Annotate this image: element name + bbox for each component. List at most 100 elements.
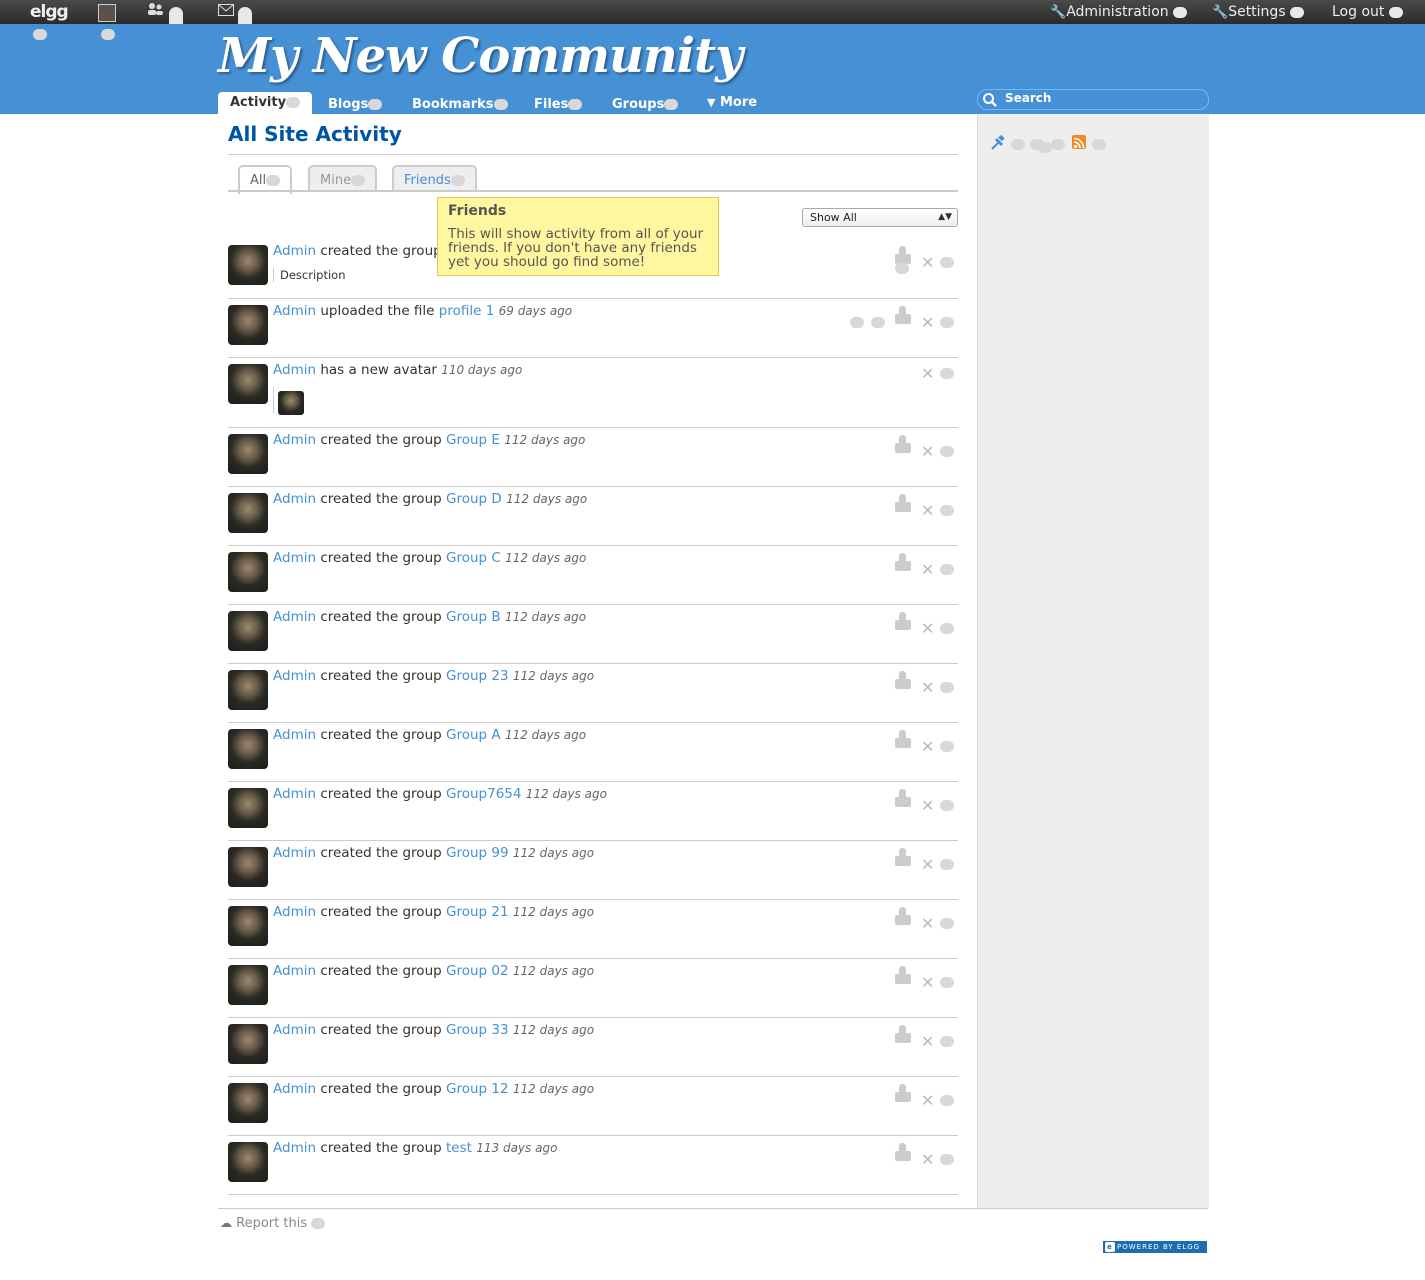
logout-link[interactable]: Log out <box>1332 0 1403 24</box>
like-icon[interactable] <box>895 553 911 571</box>
like-icon[interactable] <box>895 306 911 324</box>
like-icon[interactable] <box>895 1025 911 1043</box>
actor-link[interactable]: Admin <box>273 1140 316 1156</box>
nav-tab-blogs[interactable]: Blogs <box>328 94 383 114</box>
actor-link[interactable]: Admin <box>273 609 316 625</box>
user-avatar[interactable] <box>98 4 116 22</box>
like-icon[interactable] <box>895 907 911 925</box>
delete-icon[interactable]: ✕ <box>921 255 935 271</box>
avatar[interactable] <box>228 965 268 1005</box>
object-link[interactable]: test <box>446 1140 472 1156</box>
like-icon[interactable] <box>895 246 911 264</box>
like-icon[interactable] <box>895 1084 911 1102</box>
delete-icon[interactable]: ✕ <box>921 1034 935 1050</box>
delete-icon[interactable]: ✕ <box>921 503 935 519</box>
avatar[interactable] <box>228 788 268 828</box>
delete-icon[interactable]: ✕ <box>921 366 935 382</box>
site-title[interactable]: My New Community <box>218 28 743 84</box>
actor-link[interactable]: Admin <box>273 432 316 448</box>
object-link[interactable]: Group 23 <box>446 668 509 684</box>
rss-icon[interactable] <box>1072 135 1086 149</box>
actor-link[interactable]: Admin <box>273 1022 316 1038</box>
avatar[interactable] <box>228 670 268 710</box>
object-link[interactable]: Group B <box>446 609 501 625</box>
avatar[interactable] <box>228 493 268 533</box>
administration-link[interactable]: 🔧Administration <box>1050 0 1188 24</box>
delete-icon[interactable]: ✕ <box>921 1152 935 1168</box>
mail-icon[interactable] <box>218 0 234 24</box>
actor-link[interactable]: Admin <box>273 491 316 507</box>
actor-link[interactable]: Admin <box>273 904 316 920</box>
actor-link[interactable]: Admin <box>273 963 316 979</box>
avatar[interactable] <box>228 434 268 474</box>
pin-icon[interactable] <box>990 135 1006 151</box>
delete-icon[interactable]: ✕ <box>921 857 935 873</box>
object-link[interactable]: Group D <box>446 491 502 507</box>
report-this-link[interactable]: ☁ Report this <box>220 1216 326 1231</box>
tab-friends[interactable]: Friends <box>392 165 477 192</box>
object-link[interactable]: profile 1 <box>439 303 495 319</box>
like-icon[interactable] <box>895 494 911 512</box>
object-link[interactable]: Group 99 <box>446 845 509 861</box>
search-input[interactable]: Search <box>977 89 1209 110</box>
object-link[interactable]: Group7654 <box>446 786 521 802</box>
powered-by-elgg-badge[interactable]: e POWERED BY ELGG <box>1103 1241 1207 1253</box>
elgg-logo[interactable]: elgg <box>30 0 69 24</box>
delete-icon[interactable]: ✕ <box>921 798 935 814</box>
actor-link[interactable]: Admin <box>273 845 316 861</box>
delete-icon[interactable]: ✕ <box>921 562 935 578</box>
delete-icon[interactable]: ✕ <box>921 975 935 991</box>
actor-link[interactable]: Admin <box>273 303 316 319</box>
settings-link[interactable]: 🔧Settings <box>1212 0 1305 24</box>
avatar[interactable] <box>228 1083 268 1123</box>
object-link[interactable]: Group A <box>446 727 501 743</box>
delete-icon[interactable]: ✕ <box>921 315 935 331</box>
avatar[interactable] <box>228 1142 268 1182</box>
nav-tab-bookmarks[interactable]: Bookmarks <box>412 94 508 114</box>
object-link[interactable]: Group 33 <box>446 1022 509 1038</box>
object-link[interactable]: Group E <box>446 432 500 448</box>
actor-link[interactable]: Admin <box>273 727 316 743</box>
actor-link[interactable]: Admin <box>273 243 316 259</box>
avatar[interactable] <box>228 1024 268 1064</box>
like-icon[interactable] <box>895 730 911 748</box>
delete-icon[interactable]: ✕ <box>921 444 935 460</box>
actor-link[interactable]: Admin <box>273 668 316 684</box>
nav-tab-activity[interactable]: Activity <box>218 92 313 114</box>
like-icon[interactable] <box>895 848 911 866</box>
avatar[interactable] <box>228 245 268 285</box>
object-link[interactable]: Group 02 <box>446 963 509 979</box>
nav-tab-files[interactable]: Files <box>534 94 583 114</box>
avatar[interactable] <box>228 552 268 592</box>
like-icon[interactable] <box>895 612 911 630</box>
delete-icon[interactable]: ✕ <box>921 739 935 755</box>
avatar[interactable] <box>228 847 268 887</box>
like-icon[interactable] <box>895 966 911 984</box>
like-icon[interactable] <box>895 435 911 453</box>
like-icon[interactable] <box>895 1143 911 1161</box>
avatar[interactable] <box>228 906 268 946</box>
type-filter-select[interactable]: Show All ▲▼ <box>802 208 958 227</box>
object-link[interactable]: Group C <box>446 550 501 566</box>
delete-icon[interactable]: ✕ <box>921 680 935 696</box>
avatar-thumbnail[interactable] <box>278 391 304 415</box>
avatar[interactable] <box>228 305 268 345</box>
object-link[interactable]: Group 21 <box>446 904 509 920</box>
avatar[interactable] <box>228 611 268 651</box>
nav-tab-groups[interactable]: Groups <box>612 94 679 114</box>
like-icon[interactable] <box>895 789 911 807</box>
nav-tab-more[interactable]: ▼ More <box>707 92 757 112</box>
object-link[interactable]: Group 12 <box>446 1081 509 1097</box>
delete-icon[interactable]: ✕ <box>921 916 935 932</box>
delete-icon[interactable]: ✕ <box>921 621 935 637</box>
avatar[interactable] <box>228 364 268 404</box>
actor-link[interactable]: Admin <box>273 1081 316 1097</box>
avatar[interactable] <box>228 729 268 769</box>
actor-link[interactable]: Admin <box>273 362 316 378</box>
actor-link[interactable]: Admin <box>273 550 316 566</box>
like-icon[interactable] <box>895 671 911 689</box>
tab-mine[interactable]: Mine <box>308 165 378 192</box>
friends-icon[interactable] <box>147 0 165 24</box>
actor-link[interactable]: Admin <box>273 786 316 802</box>
delete-icon[interactable]: ✕ <box>921 1093 935 1109</box>
